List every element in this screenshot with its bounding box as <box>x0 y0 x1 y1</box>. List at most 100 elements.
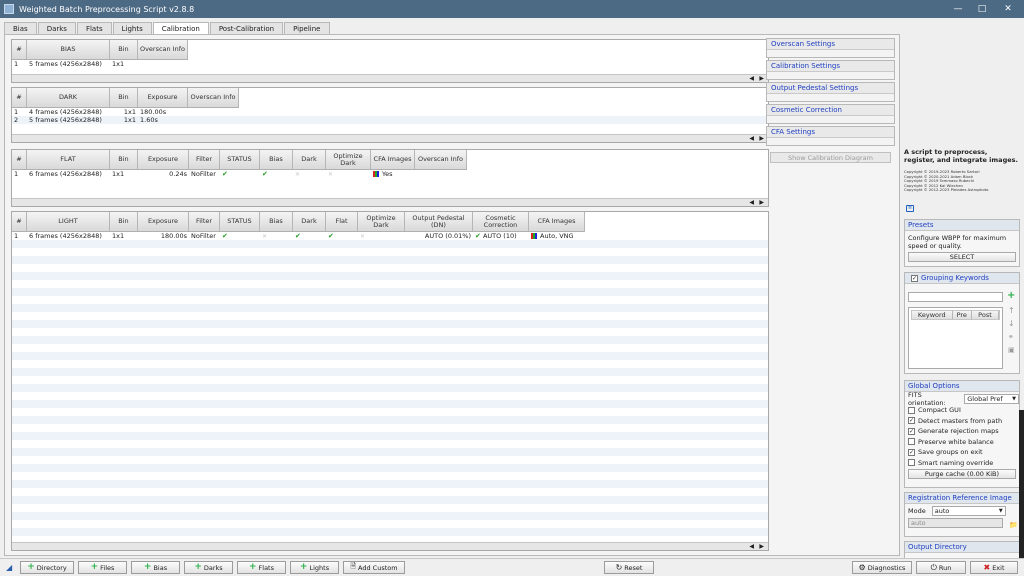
option-row[interactable]: ✓ Detect masters from path <box>905 416 1019 427</box>
cosmetic-correction-panel[interactable]: Cosmetic Correction <box>766 104 895 124</box>
option-checkbox[interactable]: ✓ <box>908 427 915 435</box>
move-down-icon[interactable]: ↓ <box>1008 319 1015 328</box>
tab-pipeline[interactable]: Pipeline <box>284 22 330 34</box>
add-files-button[interactable]: + Files <box>78 561 127 574</box>
table-row[interactable]: 2 5 frames (4256x2848) 1x1 1.60s <box>12 116 768 124</box>
tab-post-calibration[interactable]: Post-Calibration <box>209 22 284 34</box>
table-row[interactable]: 1 6 frames (4256x2848) 1x1 0.24s NoFilte… <box>12 170 768 178</box>
add-directory-button[interactable]: + Directory <box>20 561 74 574</box>
calibration-settings-panel[interactable]: Calibration Settings <box>766 60 895 80</box>
panel-title[interactable]: Overscan Settings <box>767 39 894 50</box>
main-window: Bias Darks Flats Lights Calibration Post… <box>0 18 1024 576</box>
plus-icon: + <box>27 562 35 572</box>
add-lights-button[interactable]: + Lights <box>290 561 339 574</box>
add-keyword-icon[interactable]: + <box>1007 290 1015 301</box>
empty-row <box>12 408 768 416</box>
option-label: Save groups on exit <box>918 448 983 457</box>
option-checkbox[interactable] <box>908 406 915 414</box>
delete-icon[interactable]: ▣ <box>1008 346 1015 354</box>
col-header: Flat <box>326 212 358 231</box>
overscan-settings-panel[interactable]: Overscan Settings <box>766 38 895 58</box>
mode-label: Mode <box>908 506 926 515</box>
tab-flats[interactable]: Flats <box>76 22 112 34</box>
option-row[interactable]: ✓ Save groups on exit <box>905 447 1019 458</box>
run-button[interactable]: ⏻ Run <box>916 561 966 574</box>
button-label: Files <box>100 563 115 572</box>
cell: 1x1 <box>112 170 125 178</box>
add-custom-button[interactable]: 🗎 Add Custom <box>343 561 405 574</box>
select-preset-button[interactable]: SELECT <box>908 252 1016 262</box>
maximize-icon[interactable]: □ <box>968 0 996 18</box>
output-pedestal-settings-panel[interactable]: Output Pedestal Settings <box>766 82 895 102</box>
add-flats-button[interactable]: + Flats <box>237 561 286 574</box>
close-icon[interactable]: ✕ <box>994 0 1022 18</box>
table-row[interactable]: 1 5 frames (4256x2848) 1x1 <box>12 60 768 68</box>
purge-cache-button[interactable]: Purge cache (0.00 KiB) <box>908 469 1016 479</box>
exit-button[interactable]: ✖ Exit <box>970 561 1018 574</box>
empty-row <box>12 248 768 256</box>
scroll-left-icon[interactable]: ◀ <box>749 75 754 82</box>
empty-row <box>12 280 768 288</box>
registration-reference-section: Registration Reference Image Mode auto ▼ … <box>904 492 1020 537</box>
panel-title[interactable]: Cosmetic Correction <box>767 105 894 116</box>
add-darks-button[interactable]: + Darks <box>184 561 233 574</box>
option-row[interactable]: Smart naming override <box>905 458 1019 469</box>
cell: NoFilter <box>191 232 216 240</box>
scroll-left-icon[interactable]: ◀ <box>749 543 754 550</box>
folder-icon[interactable]: 📁 <box>1009 521 1018 529</box>
col-header: Overscan Info <box>415 150 467 169</box>
col-header: CFA Images <box>529 212 585 231</box>
col-header: # <box>12 212 27 231</box>
cell: 1.60s <box>140 116 158 124</box>
panel-title[interactable]: Output Pedestal Settings <box>767 83 894 94</box>
empty-row <box>12 296 768 304</box>
horizontal-scrollbar[interactable]: ◀ ▶ <box>12 198 768 206</box>
diagnostics-button[interactable]: ⚙ Diagnostics <box>852 561 912 574</box>
tab-darks[interactable]: Darks <box>37 22 76 34</box>
new-instance-icon[interactable]: ◢ <box>6 563 12 572</box>
horizontal-scrollbar[interactable]: ◀ ▶ <box>12 542 768 550</box>
show-calibration-diagram-button[interactable]: Show Calibration Diagram <box>770 152 891 163</box>
option-checkbox[interactable] <box>908 438 915 446</box>
comment-icon[interactable]: ≡ <box>906 205 914 212</box>
reference-image-field[interactable]: auto <box>908 518 1003 528</box>
horizontal-scrollbar[interactable]: ◀ ▶ <box>12 74 768 82</box>
panel-title[interactable]: Calibration Settings <box>767 61 894 72</box>
option-checkbox[interactable]: ✓ <box>908 448 915 456</box>
fits-orientation-select[interactable]: Global Pref ▼ <box>964 393 1019 404</box>
cfa-settings-panel[interactable]: CFA Settings <box>766 126 895 146</box>
table-row[interactable]: 1 4 frames (4256x2848) 1x1 180.00s <box>12 108 768 116</box>
scroll-left-icon[interactable]: ◀ <box>749 199 754 206</box>
scroll-left-icon[interactable]: ◀ <box>749 135 754 142</box>
scroll-right-icon[interactable]: ▶ <box>759 135 764 142</box>
link-icon[interactable]: ⚭ <box>1008 333 1014 341</box>
mode-select[interactable]: auto ▼ <box>931 505 1006 516</box>
empty-row <box>12 304 768 312</box>
table-row[interactable]: 1 6 frames (4256x2848) 1x1 180.00s NoFil… <box>12 232 768 240</box>
check-icon: ✔ <box>295 232 301 240</box>
move-up-icon[interactable]: ↑ <box>1008 306 1015 315</box>
reset-button[interactable]: ↻ Reset <box>604 561 654 574</box>
tab-bar: Bias Darks Flats Lights Calibration Post… <box>4 22 331 35</box>
panel-title[interactable]: CFA Settings <box>767 127 894 138</box>
option-row[interactable]: Compact GUI <box>905 405 1019 416</box>
col-header: Overscan Info <box>188 88 239 107</box>
horizontal-scrollbar[interactable]: ◀ ▶ <box>12 134 768 142</box>
col-header: Exposure <box>138 212 189 231</box>
option-checkbox[interactable] <box>908 459 915 467</box>
option-checkbox[interactable]: ✓ <box>908 417 915 425</box>
grouping-enabled-checkbox[interactable]: ✓ <box>911 274 918 282</box>
keyword-input[interactable] <box>908 292 1003 302</box>
add-bias-button[interactable]: + Bias <box>131 561 180 574</box>
tab-lights[interactable]: Lights <box>112 22 152 34</box>
col-header: Optimize Dark <box>326 150 371 169</box>
option-row[interactable]: ✓ Generate rejection maps <box>905 426 1019 437</box>
scroll-right-icon[interactable]: ▶ <box>759 543 764 550</box>
plus-icon: + <box>90 562 99 572</box>
tab-bias[interactable]: Bias <box>4 22 37 34</box>
scroll-right-icon[interactable]: ▶ <box>759 199 764 206</box>
scroll-right-icon[interactable]: ▶ <box>759 75 764 82</box>
check-icon: ✔ <box>475 232 481 240</box>
option-row[interactable]: Preserve white balance <box>905 437 1019 448</box>
check-icon: ✔ <box>222 232 228 240</box>
